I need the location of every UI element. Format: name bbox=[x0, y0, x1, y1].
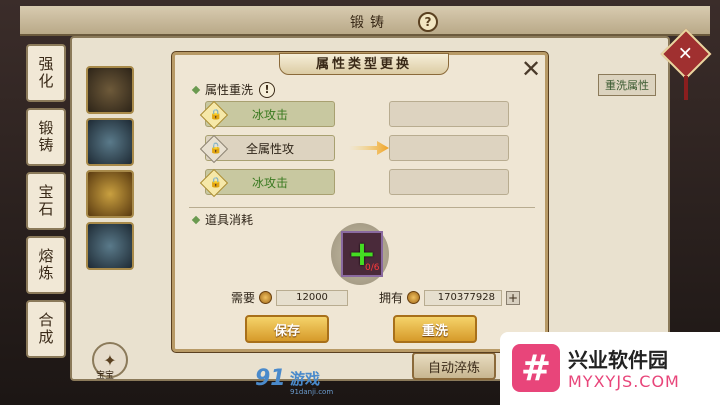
equipment-slot-armor-icon[interactable] bbox=[86, 118, 134, 166]
attribute-label: 全属性攻 bbox=[245, 141, 294, 156]
owned-value: 170377928 bbox=[424, 289, 503, 306]
bullet-icon bbox=[191, 215, 201, 224]
tab-strengthen[interactable]: 强化 bbox=[26, 44, 66, 102]
watermark-91-url: 91danji.com bbox=[290, 388, 334, 396]
lock-icon[interactable]: 🔒 bbox=[199, 168, 229, 198]
required-value: 12000 bbox=[276, 289, 349, 306]
attribute-label: 冰攻击 bbox=[251, 175, 288, 190]
item-count: 0/6 bbox=[365, 263, 380, 273]
reroll-button[interactable]: 重洗 bbox=[393, 315, 477, 343]
equipment-slot-weapon-icon[interactable] bbox=[86, 170, 134, 218]
tassel-decoration bbox=[684, 76, 688, 100]
reroll-attributes-button[interactable]: 重洗属性 bbox=[598, 74, 656, 96]
dialog-close-button[interactable]: ✕ bbox=[519, 55, 543, 83]
section-reroll: 属性重洗 ! bbox=[191, 81, 276, 98]
help-icon[interactable]: ? bbox=[418, 12, 438, 32]
result-slot-3 bbox=[389, 169, 509, 195]
section-items-label: 道具消耗 bbox=[205, 213, 254, 227]
watermark-xingye-logo-icon: # bbox=[512, 344, 560, 392]
section-reroll-label: 属性重洗 bbox=[205, 83, 254, 97]
attribute-row-3[interactable]: 🔒 冰攻击 bbox=[199, 168, 335, 198]
add-currency-button[interactable]: + bbox=[506, 290, 521, 305]
window-title: 锻铸 bbox=[350, 15, 390, 31]
dialog-title: 属性类型更换 bbox=[279, 53, 449, 75]
equipment-list bbox=[86, 66, 134, 274]
equipment-slot-belt-icon[interactable] bbox=[86, 66, 134, 114]
side-tabs: 强化 锻铸 宝石 熔炼 合成 bbox=[26, 44, 70, 364]
attribute-change-dialog: 属性类型更换 ✕ 属性重洗 ! 🔒 冰攻击 🔓 全属性攻 🔒 冰攻击 道具消耗 … bbox=[172, 52, 548, 352]
result-slot-1 bbox=[389, 101, 509, 127]
info-icon[interactable]: ! bbox=[259, 81, 276, 98]
divider bbox=[189, 207, 535, 208]
auto-refine-button[interactable]: 自动淬炼 bbox=[412, 352, 496, 380]
required-label: 需要 bbox=[231, 291, 256, 305]
tab-forge[interactable]: 锻铸 bbox=[26, 108, 66, 166]
unlock-icon[interactable]: 🔓 bbox=[199, 134, 229, 164]
close-icon: ✕ bbox=[520, 55, 542, 83]
required-cost: 需要 12000 bbox=[231, 289, 349, 306]
result-slot-2 bbox=[389, 135, 509, 161]
watermark-xingye-title: 兴业软件园 bbox=[568, 348, 668, 372]
watermark-91-text: 游戏 bbox=[290, 370, 321, 388]
bullet-icon bbox=[191, 85, 201, 94]
save-button[interactable]: 保存 bbox=[245, 315, 329, 343]
close-icon: ✕ bbox=[678, 43, 694, 65]
arrow-right-icon bbox=[349, 141, 389, 155]
equipment-slot-boots-icon[interactable] bbox=[86, 222, 134, 270]
watermark-91-logo: 91 bbox=[255, 366, 286, 391]
tab-gem[interactable]: 宝石 bbox=[26, 172, 66, 230]
watermark-xingye-url: MYXYJS.COM bbox=[568, 372, 680, 391]
section-items: 道具消耗 bbox=[191, 211, 254, 228]
owned-currency: 拥有 170377928 + bbox=[379, 289, 521, 306]
attribute-row-2[interactable]: 🔓 全属性攻 bbox=[199, 134, 335, 164]
coin-icon bbox=[259, 291, 273, 304]
lock-icon[interactable]: 🔒 bbox=[199, 100, 229, 130]
tab-synthesize[interactable]: 合成 bbox=[26, 300, 66, 358]
attribute-row-1[interactable]: 🔒 冰攻击 bbox=[199, 100, 335, 130]
tab-smelt[interactable]: 熔炼 bbox=[26, 236, 66, 294]
coin-icon bbox=[407, 291, 421, 304]
owned-label: 拥有 bbox=[379, 291, 404, 305]
attribute-label: 冰攻击 bbox=[251, 107, 288, 122]
pet-icon-label: 宝宝 bbox=[96, 371, 115, 381]
